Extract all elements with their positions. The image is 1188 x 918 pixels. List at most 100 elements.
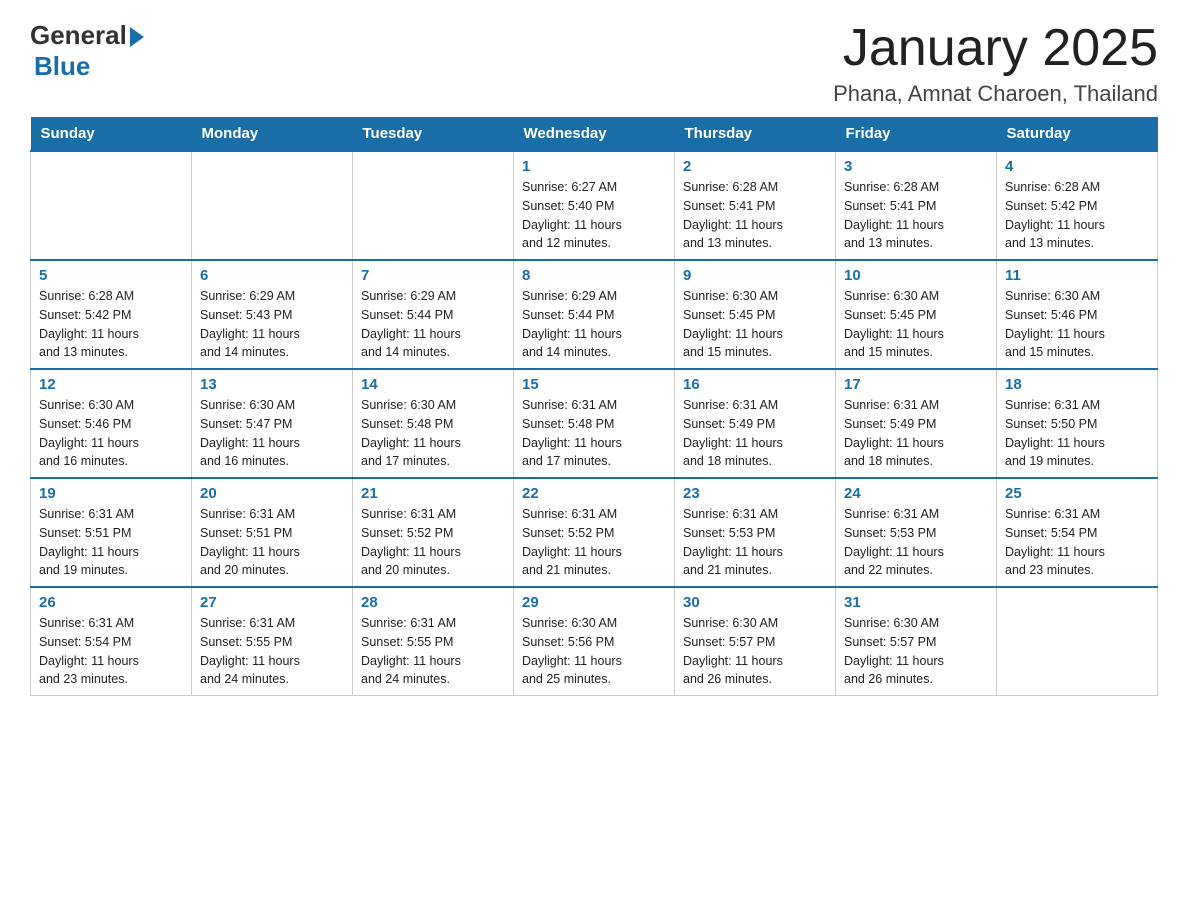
calendar-cell: 21 Sunrise: 6:31 AM Sunset: 5:52 PM Dayli…	[353, 478, 514, 587]
day-number: 26	[39, 594, 183, 611]
day-info: Sunrise: 6:27 AM Sunset: 5:40 PM Dayligh…	[522, 178, 666, 253]
day-info: Sunrise: 6:31 AM Sunset: 5:54 PM Dayligh…	[39, 614, 183, 689]
day-number: 15	[522, 376, 666, 393]
day-number: 12	[39, 376, 183, 393]
day-info: Sunrise: 6:31 AM Sunset: 5:53 PM Dayligh…	[844, 505, 988, 580]
calendar-cell: 14Sunrise: 6:30 AM Sunset: 5:48 PM Dayli…	[353, 369, 514, 478]
calendar-cell: 6 Sunrise: 6:29 AM Sunset: 5:43 PM Daylig…	[192, 260, 353, 369]
month-title: January 2025	[833, 20, 1158, 77]
calendar-header-saturday: Saturday	[997, 117, 1158, 151]
logo-arrow-icon	[130, 27, 144, 47]
calendar-cell: 20Sunrise: 6:31 AM Sunset: 5:51 PM Dayli…	[192, 478, 353, 587]
day-number: 10	[844, 267, 988, 284]
calendar-header-wednesday: Wednesday	[514, 117, 675, 151]
calendar-header-friday: Friday	[836, 117, 997, 151]
day-info: Sunrise: 6:31 AM Sunset: 5:50 PM Dayligh…	[1005, 396, 1149, 471]
day-info: Sunrise: 6:31 AM Sunset: 5:49 PM Dayligh…	[844, 396, 988, 471]
calendar-cell: 9Sunrise: 6:30 AM Sunset: 5:45 PM Daylig…	[675, 260, 836, 369]
day-number: 19	[39, 485, 183, 502]
calendar-cell: 22 Sunrise: 6:31 AM Sunset: 5:52 PM Dayli…	[514, 478, 675, 587]
calendar-cell: 30Sunrise: 6:30 AM Sunset: 5:57 PM Dayli…	[675, 587, 836, 696]
day-number: 23	[683, 485, 827, 502]
calendar-cell: 12 Sunrise: 6:30 AM Sunset: 5:46 PM Dayli…	[31, 369, 192, 478]
day-info: Sunrise: 6:31 AM Sunset: 5:55 PM Dayligh…	[361, 614, 505, 689]
day-number: 30	[683, 594, 827, 611]
calendar-cell: 2Sunrise: 6:28 AM Sunset: 5:41 PM Daylig…	[675, 151, 836, 260]
day-info: Sunrise: 6:28 AM Sunset: 5:42 PM Dayligh…	[1005, 178, 1149, 253]
calendar-week-row: 12 Sunrise: 6:30 AM Sunset: 5:46 PM Dayli…	[31, 369, 1158, 478]
day-info: Sunrise: 6:28 AM Sunset: 5:41 PM Dayligh…	[683, 178, 827, 253]
day-info: Sunrise: 6:30 AM Sunset: 5:47 PM Dayligh…	[200, 396, 344, 471]
day-number: 1	[522, 158, 666, 175]
calendar-cell: 19 Sunrise: 6:31 AM Sunset: 5:51 PM Dayli…	[31, 478, 192, 587]
day-number: 22	[522, 485, 666, 502]
day-number: 11	[1005, 267, 1149, 284]
day-number: 17	[844, 376, 988, 393]
calendar-week-row: 26 Sunrise: 6:31 AM Sunset: 5:54 PM Dayli…	[31, 587, 1158, 696]
day-number: 27	[200, 594, 344, 611]
day-number: 6	[200, 267, 344, 284]
location-subtitle: Phana, Amnat Charoen, Thailand	[833, 81, 1158, 107]
calendar-header-row: SundayMondayTuesdayWednesdayThursdayFrid…	[31, 117, 1158, 151]
day-number: 20	[200, 485, 344, 502]
day-number: 29	[522, 594, 666, 611]
calendar-week-row: 5 Sunrise: 6:28 AM Sunset: 5:42 PM Daylig…	[31, 260, 1158, 369]
day-number: 9	[683, 267, 827, 284]
calendar-cell: 27 Sunrise: 6:31 AM Sunset: 5:55 PM Dayli…	[192, 587, 353, 696]
logo-blue-text: Blue	[34, 51, 90, 82]
calendar-cell: 23 Sunrise: 6:31 AM Sunset: 5:53 PM Dayli…	[675, 478, 836, 587]
day-number: 31	[844, 594, 988, 611]
calendar-cell: 25 Sunrise: 6:31 AM Sunset: 5:54 PM Dayli…	[997, 478, 1158, 587]
day-number: 3	[844, 158, 988, 175]
calendar-cell: 18 Sunrise: 6:31 AM Sunset: 5:50 PM Dayli…	[997, 369, 1158, 478]
day-info: Sunrise: 6:30 AM Sunset: 5:46 PM Dayligh…	[1005, 287, 1149, 362]
day-info: Sunrise: 6:28 AM Sunset: 5:42 PM Dayligh…	[39, 287, 183, 362]
calendar-header-monday: Monday	[192, 117, 353, 151]
day-number: 13	[200, 376, 344, 393]
day-info: Sunrise: 6:31 AM Sunset: 5:52 PM Dayligh…	[522, 505, 666, 580]
page-header: General Blue January 2025 Phana, Amnat C…	[30, 20, 1158, 107]
day-number: 5	[39, 267, 183, 284]
day-number: 14	[361, 376, 505, 393]
logo: General Blue	[30, 20, 144, 82]
day-info: Sunrise: 6:31 AM Sunset: 5:52 PM Dayligh…	[361, 505, 505, 580]
calendar-cell: 28 Sunrise: 6:31 AM Sunset: 5:55 PM Dayli…	[353, 587, 514, 696]
day-number: 21	[361, 485, 505, 502]
calendar-cell: 16Sunrise: 6:31 AM Sunset: 5:49 PM Dayli…	[675, 369, 836, 478]
calendar-cell: 1 Sunrise: 6:27 AM Sunset: 5:40 PM Daylig…	[514, 151, 675, 260]
day-number: 8	[522, 267, 666, 284]
day-number: 7	[361, 267, 505, 284]
calendar-cell: 15Sunrise: 6:31 AM Sunset: 5:48 PM Dayli…	[514, 369, 675, 478]
calendar-header-thursday: Thursday	[675, 117, 836, 151]
day-number: 18	[1005, 376, 1149, 393]
calendar-cell	[31, 151, 192, 260]
day-info: Sunrise: 6:31 AM Sunset: 5:51 PM Dayligh…	[39, 505, 183, 580]
day-info: Sunrise: 6:30 AM Sunset: 5:45 PM Dayligh…	[844, 287, 988, 362]
calendar-cell: 26 Sunrise: 6:31 AM Sunset: 5:54 PM Dayli…	[31, 587, 192, 696]
title-block: January 2025 Phana, Amnat Charoen, Thail…	[833, 20, 1158, 107]
calendar-cell: 13 Sunrise: 6:30 AM Sunset: 5:47 PM Dayli…	[192, 369, 353, 478]
calendar-week-row: 19 Sunrise: 6:31 AM Sunset: 5:51 PM Dayli…	[31, 478, 1158, 587]
day-info: Sunrise: 6:30 AM Sunset: 5:46 PM Dayligh…	[39, 396, 183, 471]
calendar-week-row: 1 Sunrise: 6:27 AM Sunset: 5:40 PM Daylig…	[31, 151, 1158, 260]
calendar-cell: 8Sunrise: 6:29 AM Sunset: 5:44 PM Daylig…	[514, 260, 675, 369]
day-info: Sunrise: 6:29 AM Sunset: 5:44 PM Dayligh…	[361, 287, 505, 362]
day-number: 28	[361, 594, 505, 611]
calendar-cell: 3Sunrise: 6:28 AM Sunset: 5:41 PM Daylig…	[836, 151, 997, 260]
calendar-cell: 7 Sunrise: 6:29 AM Sunset: 5:44 PM Daylig…	[353, 260, 514, 369]
calendar-cell	[353, 151, 514, 260]
day-info: Sunrise: 6:31 AM Sunset: 5:53 PM Dayligh…	[683, 505, 827, 580]
day-info: Sunrise: 6:29 AM Sunset: 5:43 PM Dayligh…	[200, 287, 344, 362]
day-info: Sunrise: 6:31 AM Sunset: 5:55 PM Dayligh…	[200, 614, 344, 689]
day-info: Sunrise: 6:30 AM Sunset: 5:56 PM Dayligh…	[522, 614, 666, 689]
calendar-cell: 24 Sunrise: 6:31 AM Sunset: 5:53 PM Dayli…	[836, 478, 997, 587]
day-info: Sunrise: 6:30 AM Sunset: 5:57 PM Dayligh…	[844, 614, 988, 689]
calendar-cell: 17 Sunrise: 6:31 AM Sunset: 5:49 PM Dayli…	[836, 369, 997, 478]
day-number: 4	[1005, 158, 1149, 175]
day-number: 24	[844, 485, 988, 502]
day-number: 25	[1005, 485, 1149, 502]
calendar-cell: 11 Sunrise: 6:30 AM Sunset: 5:46 PM Dayli…	[997, 260, 1158, 369]
logo-general-text: General	[30, 20, 127, 51]
calendar-header-sunday: Sunday	[31, 117, 192, 151]
day-info: Sunrise: 6:31 AM Sunset: 5:54 PM Dayligh…	[1005, 505, 1149, 580]
